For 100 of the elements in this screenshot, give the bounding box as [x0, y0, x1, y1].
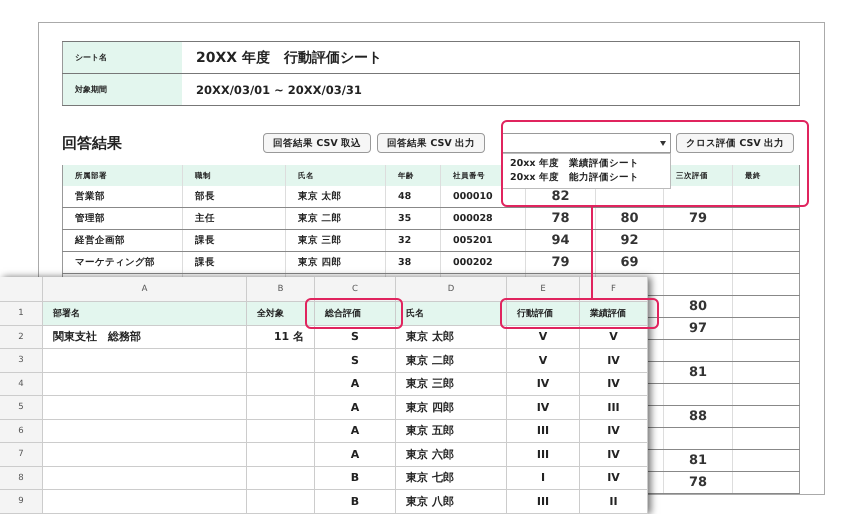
spreadsheet-cell: II [580, 490, 648, 514]
spreadsheet-cell: A [315, 372, 396, 396]
empty-cell [247, 490, 315, 514]
table-cell: 79 [663, 208, 732, 229]
empty-cell [732, 230, 800, 251]
table-cell: 92 [595, 230, 663, 251]
spreadsheet-cell: IV [507, 372, 580, 396]
row-number: 7 [0, 443, 43, 466]
spreadsheet-cell: IV [507, 396, 580, 420]
field-label: 対象期間 [62, 74, 182, 105]
spreadsheet-cell: A [315, 443, 396, 466]
spreadsheet-cell: IV [580, 466, 648, 490]
spreadsheet-cell: 関東支社 総務部 [43, 326, 247, 349]
empty-cell [732, 472, 800, 493]
table-cell: 主任 [182, 208, 285, 229]
table-cell: 東京 四郎 [285, 252, 385, 273]
row-number: 3 [0, 349, 43, 372]
spreadsheet-cell: B [315, 466, 396, 490]
spreadsheet-cell: III [507, 490, 580, 514]
table-cell: 課長 [182, 252, 285, 273]
table-cell: 課長 [182, 230, 285, 251]
table-cell: 000202 [440, 252, 525, 273]
spreadsheet-cell: V [580, 326, 648, 349]
spreadsheet-cell: III [507, 443, 580, 466]
spreadsheet-cell: III [507, 420, 580, 443]
row-number: 8 [0, 466, 43, 490]
table-cell: 88 [663, 406, 732, 427]
table-cell: 97 [663, 318, 732, 339]
table-cell: 80 [595, 208, 663, 229]
dropdown-option[interactable]: 20xx 年度 能力評価シート [510, 171, 664, 185]
spreadsheet-cell: 東京 五郎 [396, 420, 507, 443]
table-cell: 35 [385, 208, 440, 229]
empty-cell [732, 318, 800, 339]
spreadsheet-cell: A [315, 420, 396, 443]
table-cell: 東京 三郎 [285, 230, 385, 251]
spreadsheet-cell: 総合評価 [315, 302, 396, 326]
empty-cell [732, 428, 800, 449]
dropdown-option[interactable]: 20xx 年度 業績評価シート [510, 157, 664, 171]
table-cell: 東京 二郎 [285, 208, 385, 229]
spreadsheet-cell: I [507, 466, 580, 490]
table-cell: 80 [663, 296, 732, 317]
empty-cell [732, 274, 800, 295]
spreadsheet-cell: 東京 七郎 [396, 466, 507, 490]
row-number: 4 [0, 372, 43, 396]
table-cell: 経営企画部 [62, 230, 182, 251]
empty-cell [732, 186, 800, 207]
spreadsheet-cell: 東京 二郎 [396, 349, 507, 372]
spreadsheet-cell: 東京 三郎 [396, 372, 507, 396]
empty-cell [247, 372, 315, 396]
caret-icon [660, 140, 666, 146]
table-cell: 部長 [182, 186, 285, 207]
spreadsheet-cell: S [315, 326, 396, 349]
csv-button[interactable]: 回答結果 CSV 取込 [263, 133, 372, 153]
empty-cell [732, 208, 800, 229]
empty-cell [247, 420, 315, 443]
spreadsheet-cell: 業績評価 [580, 302, 648, 326]
table-cell: 38 [385, 252, 440, 273]
empty-cell [732, 296, 800, 317]
empty-cell [247, 396, 315, 420]
empty-cell [732, 384, 800, 405]
empty-cell [247, 349, 315, 372]
spreadsheet-cell: S [315, 349, 396, 372]
row-number: 9 [0, 490, 43, 514]
empty-cell [732, 340, 800, 361]
spreadsheet-cell: IV [580, 443, 648, 466]
spreadsheet-cell: III [580, 396, 648, 420]
table-cell: マーケティング部 [62, 252, 182, 273]
table-cell: 000028 [440, 208, 525, 229]
cross-csv-button[interactable]: クロス評価 CSV 出力 [676, 133, 794, 153]
spreadsheet-cell: V [507, 326, 580, 349]
row-number: 2 [0, 326, 43, 349]
spreadsheet-cell: 東京 八郎 [396, 490, 507, 514]
spreadsheet-cell: 部署名 [43, 302, 247, 326]
table-cell: 000010 [440, 186, 525, 207]
spreadsheet-cell: IV [580, 372, 648, 396]
table-cell: 005201 [440, 230, 525, 251]
csv-button[interactable]: 回答結果 CSV 出力 [377, 133, 486, 153]
spreadsheet-cell: IV [580, 349, 648, 372]
table-cell: 81 [663, 450, 732, 471]
table-cell: 48 [385, 186, 440, 207]
sheet-select[interactable] [502, 133, 672, 153]
table-cell: 営業部 [62, 186, 182, 207]
empty-cell [732, 252, 800, 273]
spreadsheet-cell: 全対象 [247, 302, 315, 326]
empty-cell [732, 362, 800, 383]
field-label: シート名 [62, 42, 182, 73]
empty-cell [732, 450, 800, 471]
spreadsheet-cell: 11 名 [247, 326, 315, 349]
empty-cell [247, 443, 315, 466]
table-cell: 78 [663, 472, 732, 493]
spreadsheet-cell: 東京 六郎 [396, 443, 507, 466]
spreadsheet-cell: 東京 太郎 [396, 326, 507, 349]
row-number: 1 [0, 302, 43, 326]
spreadsheet-cell: IV [580, 420, 648, 443]
table-cell: 東京 太郎 [285, 186, 385, 207]
section-title: 回答結果 [62, 134, 123, 152]
table-cell: 69 [595, 252, 663, 273]
spreadsheet-cell: B [315, 490, 396, 514]
spreadsheet-cell: 氏名 [396, 302, 507, 326]
spreadsheet-cell: 行動評価 [507, 302, 580, 326]
